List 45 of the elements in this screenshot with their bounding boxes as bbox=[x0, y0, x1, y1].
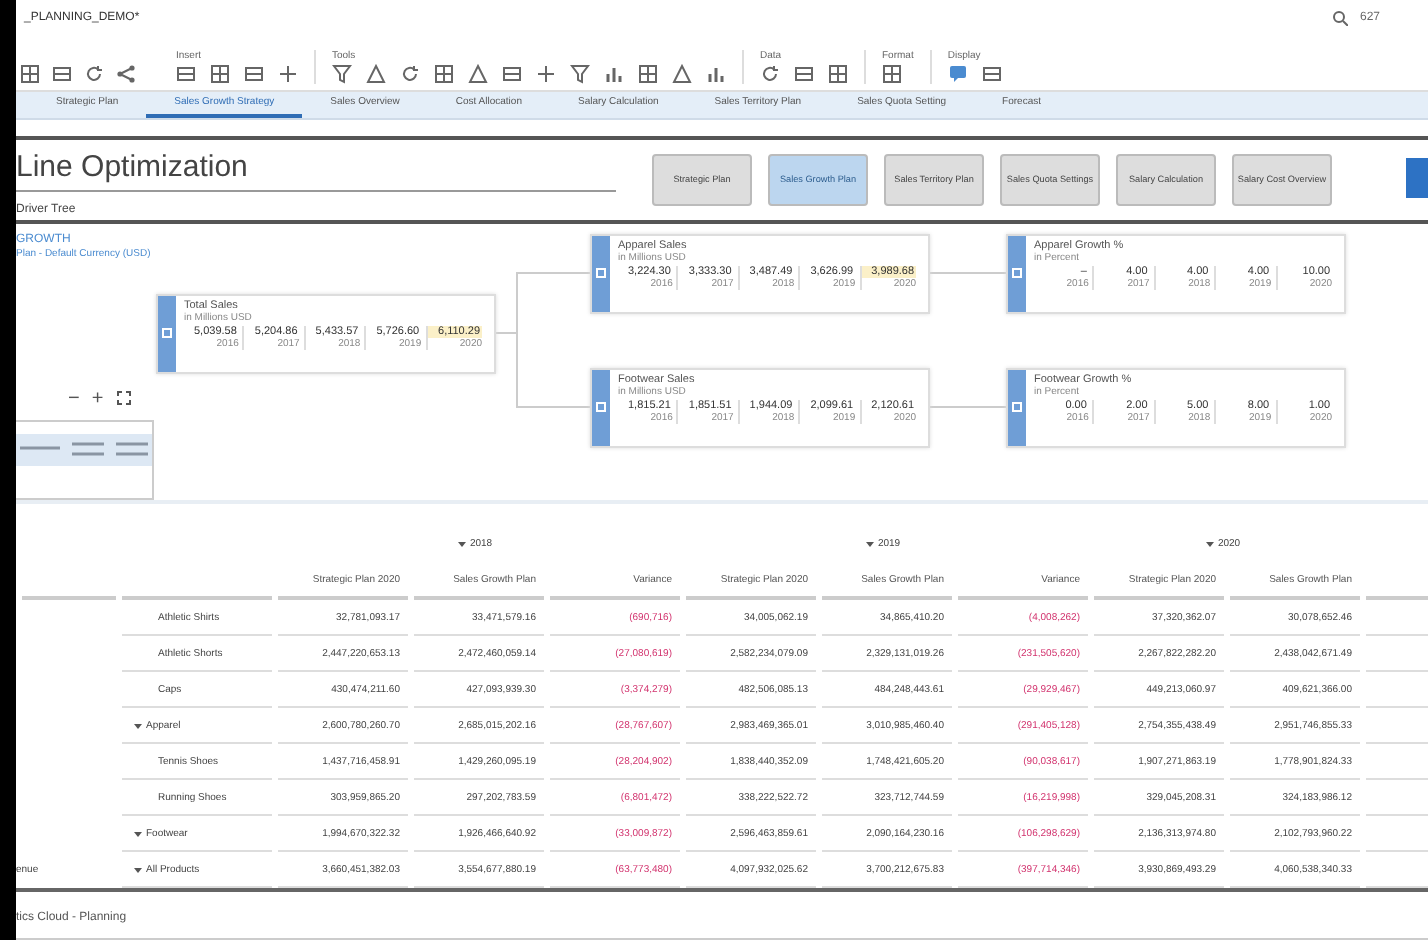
add-icon[interactable] bbox=[278, 64, 298, 84]
logo-block bbox=[1406, 157, 1428, 198]
search-icon[interactable] bbox=[1331, 9, 1348, 25]
node-icon bbox=[162, 328, 172, 339]
caret-icon[interactable] bbox=[134, 865, 142, 874]
page-title: Line Optimization bbox=[16, 142, 616, 193]
triangle-icon[interactable] bbox=[468, 64, 488, 84]
bar-chart-icon[interactable] bbox=[604, 64, 624, 84]
layout-icon[interactable] bbox=[981, 64, 1002, 84]
zoom-out-button[interactable]: − bbox=[68, 387, 80, 410]
node-icon bbox=[596, 268, 606, 279]
filter-icon[interactable] bbox=[570, 64, 590, 84]
zoom-in-button[interactable]: + bbox=[91, 387, 104, 410]
caret-icon[interactable] bbox=[865, 540, 874, 549]
grid-icon[interactable] bbox=[882, 64, 902, 84]
refresh-icon[interactable] bbox=[400, 64, 420, 84]
add-icon[interactable] bbox=[536, 64, 556, 84]
refresh-icon[interactable] bbox=[760, 64, 780, 84]
layout-icon[interactable] bbox=[52, 64, 72, 84]
layout-icon[interactable] bbox=[502, 64, 522, 84]
fit-screen-icon[interactable] bbox=[115, 390, 132, 407]
caret-icon[interactable] bbox=[1205, 540, 1214, 549]
triangle-icon[interactable] bbox=[366, 64, 386, 84]
grid-icon[interactable] bbox=[638, 64, 658, 84]
minimap[interactable] bbox=[16, 419, 154, 500]
grid-icon[interactable] bbox=[828, 64, 848, 84]
layout-icon[interactable] bbox=[176, 64, 196, 84]
filter-icon[interactable] bbox=[332, 64, 352, 84]
caret-icon[interactable] bbox=[134, 721, 142, 730]
grid-icon[interactable] bbox=[210, 64, 230, 84]
layout-icon[interactable] bbox=[794, 64, 814, 84]
grid-icon[interactable] bbox=[434, 64, 454, 84]
layout-icon[interactable] bbox=[244, 64, 264, 84]
comment-icon[interactable] bbox=[947, 64, 968, 84]
node-icon bbox=[596, 402, 606, 413]
minimap-drawing bbox=[20, 441, 148, 458]
bar-chart-icon[interactable] bbox=[706, 64, 726, 84]
triangle-icon[interactable] bbox=[672, 64, 692, 84]
caret-icon[interactable] bbox=[134, 829, 142, 838]
node-icon bbox=[1012, 268, 1022, 279]
caret-icon[interactable] bbox=[457, 540, 466, 549]
refresh-icon[interactable] bbox=[84, 64, 104, 84]
share-icon[interactable] bbox=[116, 64, 136, 84]
grid-icon[interactable] bbox=[20, 64, 40, 84]
node-icon bbox=[1012, 402, 1022, 413]
